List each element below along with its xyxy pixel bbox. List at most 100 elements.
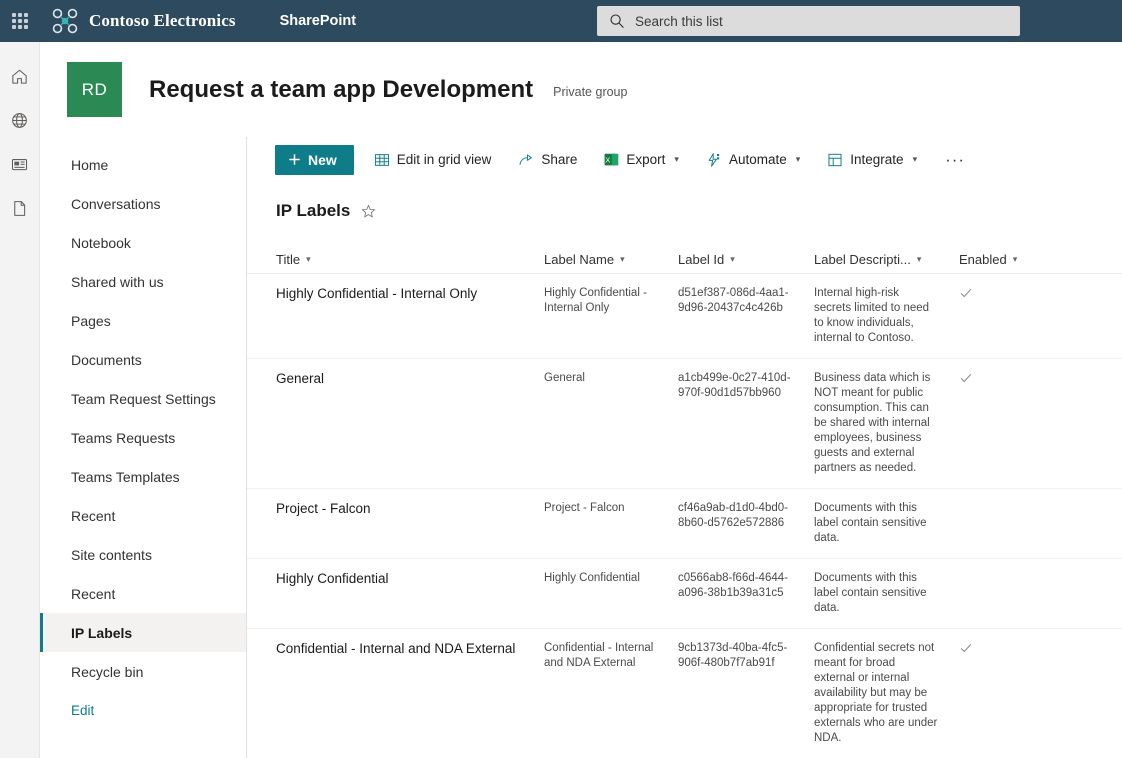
sidebar-item-label: IP Labels — [71, 624, 133, 641]
sidebar-item-pages[interactable]: Pages — [40, 301, 246, 340]
integrate-icon — [828, 153, 842, 166]
column-header-label-name[interactable]: Label Name ▾ — [544, 245, 678, 274]
sidebar-item-label: Teams Requests — [71, 429, 176, 446]
cell-label-id: cf46a9ab-d1d0-4bd0-8b60-d5762e572886 — [678, 502, 788, 529]
search-box[interactable] — [597, 6, 1020, 36]
excel-icon: X — [604, 153, 619, 166]
sidebar-item-teams-requests[interactable]: Teams Requests — [40, 418, 246, 457]
integrate-button[interactable]: Integrate ▾ — [820, 145, 924, 175]
column-label: Label Descripti... — [814, 252, 911, 267]
sidebar-item-ip-labels[interactable]: IP Labels — [40, 613, 246, 652]
column-header-title[interactable]: Title ▾ — [276, 245, 544, 274]
integrate-label: Integrate — [850, 152, 904, 167]
sidebar-item-label: Notebook — [71, 234, 131, 251]
checkmark-icon — [960, 373, 972, 383]
command-bar: New Edit in grid view Share X Export ▾ A… — [247, 137, 1122, 182]
cell-label-id: 9cb1373d-40ba-4fc5-906f-480b7f7ab91f — [678, 642, 788, 669]
chevron-down-icon: ▾ — [730, 254, 735, 264]
cell-enabled — [951, 501, 1031, 546]
suite-app-name[interactable]: SharePoint — [280, 13, 357, 29]
sidebar-item-conversations[interactable]: Conversations — [40, 184, 246, 223]
sidebar-item-label: Recent — [71, 507, 116, 524]
news-icon[interactable] — [0, 142, 40, 186]
column-header-enabled[interactable]: Enabled ▾ — [951, 245, 1031, 274]
cell-label-name: Highly Confidential - Internal Only — [544, 287, 647, 314]
sidebar-item-label: Conversations — [71, 195, 161, 212]
cell-description: Documents with this label contain sensit… — [814, 572, 927, 614]
export-button[interactable]: X Export ▾ — [597, 145, 686, 175]
main-content: New Edit in grid view Share X Export ▾ A… — [247, 137, 1122, 758]
sidebar-item-shared-with-us[interactable]: Shared with us — [40, 262, 246, 301]
list-title: IP Labels — [276, 201, 351, 220]
column-label: Label Id — [678, 252, 725, 267]
edit-in-grid-view-label: Edit in grid view — [396, 152, 492, 167]
waffle-icon — [12, 13, 28, 29]
cell-label-id: a1cb499e-0c27-410d-970f-90d1d57bb960 — [678, 372, 791, 399]
sidebar-item-site-contents[interactable]: Site contents — [40, 535, 246, 574]
table-row[interactable]: Highly Confidential - Internal Only High… — [247, 274, 1122, 359]
sidebar-item-label: Teams Templates — [71, 468, 180, 485]
table-row[interactable]: Project - Falcon Project - Falcon cf46a9… — [247, 489, 1122, 559]
column-header-label-id[interactable]: Label Id ▾ — [678, 245, 814, 274]
cell-description: Documents with this label contain sensit… — [814, 502, 927, 544]
brand-name: Contoso Electronics — [89, 11, 236, 30]
list-title-row: IP Labels — [276, 201, 1122, 221]
cell-label-name: Project - Falcon — [544, 502, 625, 514]
home-icon[interactable] — [0, 54, 40, 98]
cell-description: Internal high-risk secrets limited to ne… — [814, 287, 930, 344]
chevron-down-icon: ▾ — [916, 254, 922, 264]
column-label: Title — [276, 252, 301, 267]
new-button[interactable]: New — [275, 144, 354, 175]
automate-icon — [708, 152, 720, 167]
sidebar-item-label: Shared with us — [71, 273, 164, 290]
document-icon[interactable] — [0, 186, 40, 230]
edit-in-grid-view-button[interactable]: Edit in grid view — [367, 145, 499, 175]
cell-label-name: Highly Confidential — [544, 572, 640, 584]
site-privacy-label: Private group — [553, 85, 628, 99]
cell-label-name: General — [544, 372, 585, 384]
sidebar-item-label: Site contents — [71, 546, 152, 563]
globe-icon[interactable] — [0, 98, 40, 142]
column-header-label-description[interactable]: Label Descripti... ▾ — [814, 245, 951, 274]
table-row[interactable]: Confidential - Internal and NDA External… — [247, 629, 1122, 758]
cell-title: Highly Confidential - Internal Only — [276, 286, 478, 301]
cell-title: Highly Confidential — [276, 571, 389, 586]
site-header: RD Request a team app Development Privat… — [40, 42, 1122, 137]
app-launcher-button[interactable] — [0, 0, 40, 42]
favorite-star-icon[interactable] — [361, 203, 376, 219]
search-icon — [610, 14, 624, 28]
cell-description: Business data which is NOT meant for pub… — [814, 372, 931, 474]
share-icon — [519, 154, 533, 165]
table-row[interactable]: Highly Confidential Highly Confidential … — [247, 559, 1122, 629]
sidebar-edit-link[interactable]: Edit — [40, 691, 246, 730]
sidebar-item-recent[interactable]: Recent — [40, 496, 246, 535]
automate-button[interactable]: Automate ▾ — [699, 145, 807, 175]
table-row[interactable]: General General a1cb499e-0c27-410d-970f-… — [247, 359, 1122, 489]
site-navigation: Home Conversations Notebook Shared with … — [40, 137, 247, 758]
cell-description: Confidential secrets not meant for broad… — [814, 642, 938, 744]
search-input[interactable] — [635, 8, 1005, 34]
sidebar-item-home[interactable]: Home — [40, 145, 246, 184]
cell-title: Confidential - Internal and NDA External — [276, 641, 516, 656]
cell-label-id: d51ef387-086d-4aa1-9d96-20437c4c426b — [678, 287, 789, 314]
sidebar-item-team-request-settings[interactable]: Team Request Settings — [40, 379, 246, 418]
sidebar-item-teams-templates[interactable]: Teams Templates — [40, 457, 246, 496]
share-button[interactable]: Share — [511, 145, 584, 175]
sidebar-item-recycle-bin[interactable]: Recycle bin — [40, 652, 246, 691]
sidebar-item-recent-2[interactable]: Recent — [40, 574, 246, 613]
cell-label-id: c0566ab8-f66d-4644-a096-38b1b39a31c5 — [678, 572, 788, 599]
sidebar-item-label: Recent — [71, 585, 116, 602]
chevron-down-icon: ▾ — [674, 154, 679, 164]
chevron-down-icon: ▾ — [620, 254, 625, 264]
cell-enabled — [951, 286, 1031, 346]
app-rail — [0, 42, 40, 758]
chevron-down-icon: ▾ — [1012, 254, 1018, 264]
sidebar-item-documents[interactable]: Documents — [40, 340, 246, 379]
sidebar-item-notebook[interactable]: Notebook — [40, 223, 246, 262]
checkmark-icon — [960, 288, 972, 298]
contoso-logo-icon — [52, 8, 78, 34]
new-button-label: New — [308, 151, 337, 168]
cell-title: General — [276, 371, 325, 386]
sidebar-item-label: Documents — [71, 351, 142, 368]
more-commands-button[interactable]: ··· — [936, 145, 974, 175]
